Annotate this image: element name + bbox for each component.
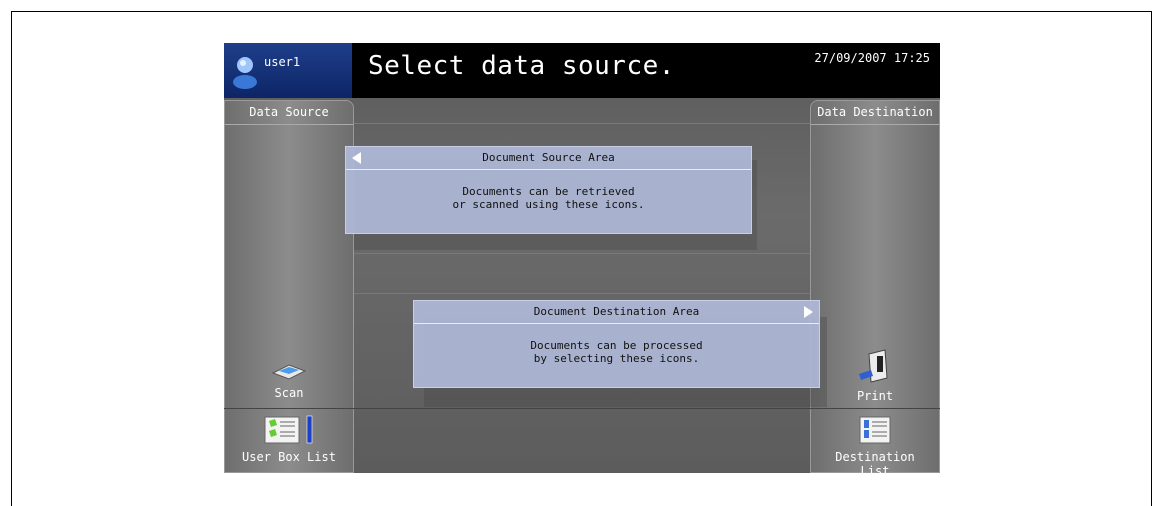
document-destination-area-balloon: Document Destination Area Documents can … bbox=[413, 300, 820, 388]
user-name: user1 bbox=[264, 55, 301, 69]
destination-line-2: by selecting these icons. bbox=[533, 352, 700, 365]
data-destination-heading: Data Destination bbox=[817, 105, 933, 119]
destination-list-icon bbox=[859, 416, 891, 444]
guide-line bbox=[354, 253, 810, 254]
scan-button[interactable]: Scan bbox=[234, 359, 344, 400]
data-source-heading: Data Source bbox=[249, 105, 329, 119]
source-area-description: Documents can be retrieved or scanned us… bbox=[346, 185, 751, 211]
destination-list-button[interactable]: Destination List bbox=[820, 415, 930, 473]
bottom-divider bbox=[224, 408, 940, 409]
arrow-right-icon bbox=[804, 306, 813, 318]
datetime: 27/09/2007 17:25 bbox=[814, 51, 930, 65]
arrow-left-icon bbox=[352, 152, 361, 164]
guide-line bbox=[354, 123, 810, 124]
scan-label: Scan bbox=[274, 386, 304, 400]
panel-divider bbox=[811, 124, 939, 125]
source-line-2: or scanned using these icons. bbox=[452, 198, 645, 211]
guide-line bbox=[354, 293, 810, 294]
destination-list-label: Destination List bbox=[835, 450, 915, 473]
user-box-list-label: User Box List bbox=[242, 450, 336, 464]
destination-area-description: Documents can be processed by selecting … bbox=[414, 339, 819, 365]
source-area-title: Document Source Area bbox=[346, 147, 751, 170]
header-bar: user1 Select data source. 27/09/2007 17:… bbox=[224, 43, 940, 98]
print-button[interactable]: Print bbox=[820, 348, 930, 403]
print-label: Print bbox=[856, 389, 894, 403]
page-title: Select data source. bbox=[368, 51, 675, 81]
device-panel: user1 Select data source. 27/09/2007 17:… bbox=[224, 43, 940, 473]
document-source-area-balloon: Document Source Area Documents can be re… bbox=[345, 146, 752, 234]
scanner-icon bbox=[271, 364, 307, 380]
printer-icon bbox=[859, 349, 888, 383]
user-box-icon bbox=[264, 415, 313, 444]
user-icon bbox=[233, 57, 257, 89]
user-box-list-button[interactable]: User Box List bbox=[234, 415, 344, 464]
destination-area-title: Document Destination Area bbox=[414, 301, 819, 324]
user-box[interactable]: user1 bbox=[224, 43, 352, 98]
destination-line-1: Documents can be processed bbox=[530, 339, 703, 352]
source-line-1: Documents can be retrieved bbox=[462, 185, 635, 198]
panel-divider bbox=[225, 124, 353, 125]
